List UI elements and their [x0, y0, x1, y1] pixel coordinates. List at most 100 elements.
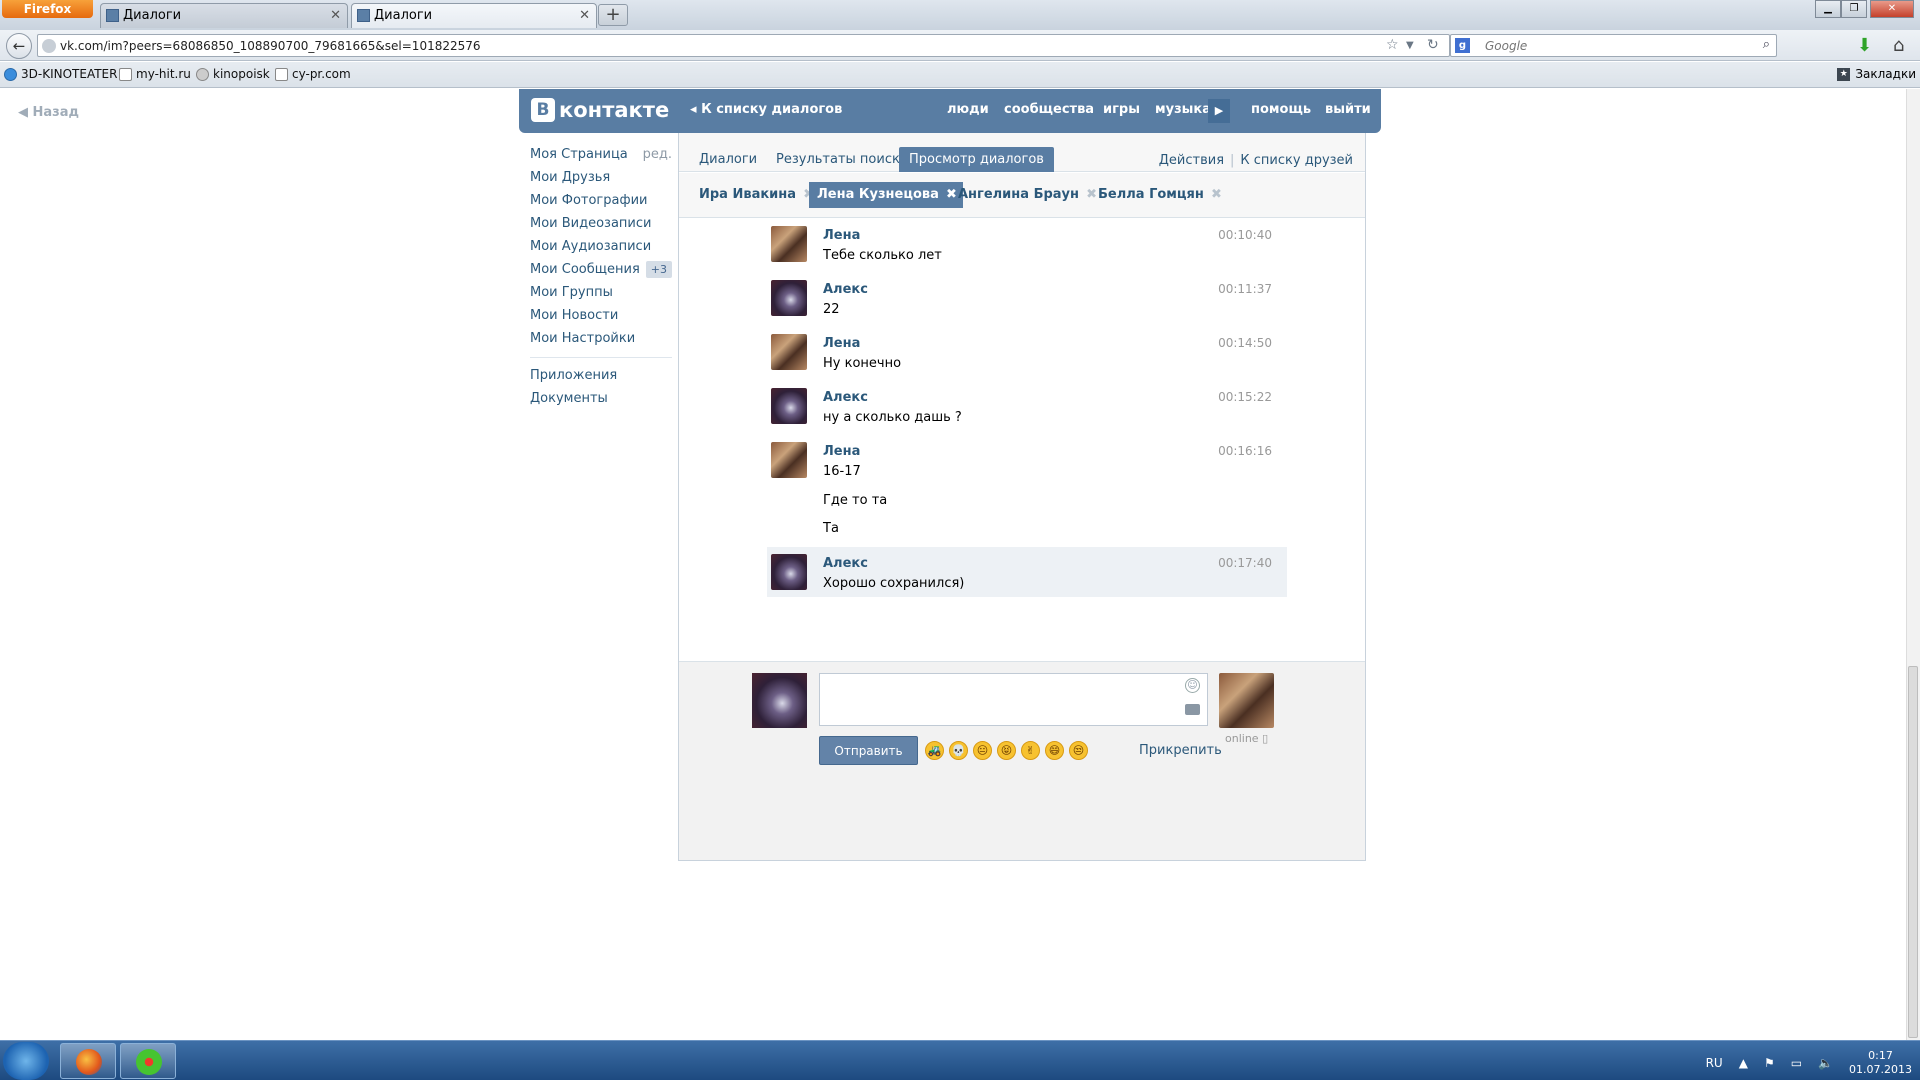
avatar[interactable]	[771, 554, 807, 590]
browser-tab-2[interactable]: Диалоги ✕	[351, 3, 597, 28]
smiley-icon[interactable]: ☺	[1185, 678, 1200, 693]
nav-help[interactable]: помощь	[1251, 102, 1311, 117]
nav-music[interactable]: музыка	[1155, 102, 1211, 117]
url-bar[interactable]: ☆ ▼ ↻	[37, 34, 1450, 57]
message-item[interactable]: Лена 00:10:40 Тебе сколько лет	[767, 219, 1287, 269]
network-icon[interactable]: ▭	[1791, 1056, 1802, 1070]
close-peer-icon[interactable]: ✖	[1211, 182, 1222, 208]
menu-my-messages[interactable]: Мои Сообщения +3	[530, 258, 672, 281]
volume-icon[interactable]: 🔈	[1818, 1056, 1833, 1070]
message-author[interactable]: Лена	[823, 228, 860, 243]
menu-apps[interactable]: Приложения	[530, 364, 672, 387]
message-author[interactable]: Алекс	[823, 282, 868, 297]
peer-tab[interactable]: Ира Ивакина✖	[691, 182, 820, 208]
bookmark-star-icon[interactable]: ☆	[1386, 37, 1399, 53]
close-window-button[interactable]: ✕	[1870, 0, 1914, 18]
bookmark-3d-kinoteater[interactable]: 3D-KINOTEATER	[4, 67, 117, 81]
menu-my-audio[interactable]: Мои Аудиозаписи	[530, 235, 672, 258]
taskbar-icq[interactable]	[120, 1043, 176, 1079]
menu-documents[interactable]: Документы	[530, 387, 672, 410]
message-author[interactable]: Алекс	[823, 390, 868, 405]
message-author[interactable]: Алекс	[823, 556, 868, 571]
search-bar[interactable]: g ⌕	[1450, 34, 1777, 57]
url-input[interactable]	[60, 37, 1340, 55]
bookmark-cy-pr[interactable]: cy-pr.com	[275, 67, 351, 81]
tractor-emoji-icon[interactable]: 🚜	[925, 741, 944, 760]
language-indicator[interactable]: RU	[1706, 1056, 1723, 1070]
neutral-face-emoji-icon[interactable]: 😐	[973, 741, 992, 760]
send-button[interactable]: Отправить	[819, 736, 918, 765]
downloads-icon[interactable]: ⬇	[1857, 35, 1872, 56]
play-music-icon[interactable]: ▶	[1208, 99, 1230, 123]
message-item-selected[interactable]: Алекс 00:17:40 Хорошо сохранился)	[767, 547, 1287, 597]
tab-dialogs[interactable]: Диалоги	[689, 147, 767, 172]
history-dropdown-icon[interactable]: ▼	[1406, 40, 1414, 51]
smile-emoji-icon[interactable]: 😄	[1045, 741, 1064, 760]
close-tab-icon[interactable]: ✕	[579, 4, 590, 28]
avatar[interactable]	[771, 334, 807, 370]
minimize-button[interactable]: ▁	[1815, 0, 1841, 18]
message-item[interactable]: Алекс 00:15:22 ну а сколько дашь ?	[767, 381, 1287, 431]
friends-list-link[interactable]: К списку друзей	[1240, 153, 1353, 168]
skull-emoji-icon[interactable]: 💀	[949, 741, 968, 760]
show-hidden-icons-icon[interactable]: ▲	[1739, 1056, 1748, 1070]
menu-my-page[interactable]: Моя Страница ред.	[530, 143, 672, 166]
site-identity-icon[interactable]	[42, 39, 56, 53]
peer-avatar[interactable]	[1219, 673, 1274, 728]
browser-tab-1[interactable]: Диалоги ✕	[100, 3, 348, 28]
scrollbar-thumb[interactable]	[1908, 666, 1918, 1038]
peer-tab[interactable]: Ангелина Браун ✖	[950, 182, 1103, 208]
nav-logout[interactable]: выйти	[1325, 102, 1371, 117]
menu-my-photos[interactable]: Мои Фотографии	[530, 189, 672, 212]
new-tab-button[interactable]: +	[598, 4, 628, 26]
nav-people[interactable]: люди	[947, 102, 989, 117]
avatar[interactable]	[771, 442, 807, 478]
camera-icon[interactable]	[1185, 704, 1200, 715]
tab-search-results[interactable]: Результаты поиска	[766, 147, 918, 172]
tab-view-dialogs[interactable]: Просмотр диалогов	[899, 147, 1054, 172]
peer-tab[interactable]: Белла Гомцян ✖	[1090, 182, 1228, 208]
peer-tab-active[interactable]: Лена Кузнецова ✖	[809, 182, 963, 208]
nav-communities[interactable]: сообщества	[1004, 102, 1094, 117]
restore-button[interactable]: ❐	[1841, 0, 1867, 18]
nav-games[interactable]: игры	[1103, 102, 1140, 117]
menu-my-groups[interactable]: Мои Группы	[530, 281, 672, 304]
to-dialogs-link[interactable]: ◂ К списку диалогов	[690, 102, 842, 117]
menu-my-settings[interactable]: Мои Настройки	[530, 327, 672, 350]
menu-my-videos[interactable]: Мои Видеозаписи	[530, 212, 672, 235]
message-item[interactable]: Лена 00:16:16 16-17 Где то та Та	[767, 435, 1287, 536]
tongue-face-emoji-icon[interactable]: 😝	[997, 741, 1016, 760]
taskbar-firefox[interactable]	[60, 1043, 116, 1079]
my-avatar[interactable]	[752, 673, 807, 728]
victory-hand-emoji-icon[interactable]: ✌	[1021, 741, 1040, 760]
back-link[interactable]: ◀ Назад	[18, 105, 79, 120]
message-author[interactable]: Лена	[823, 444, 860, 459]
bookmark-my-hit[interactable]: my-hit.ru	[119, 67, 191, 81]
bookmarks-menu[interactable]: ★ Закладки	[1837, 67, 1916, 81]
search-icon[interactable]: ⌕	[1763, 37, 1770, 52]
message-item[interactable]: Лена 00:14:50 Ну конечно	[767, 327, 1287, 377]
clock[interactable]: 0:17 01.07.2013	[1849, 1049, 1912, 1077]
action-center-flag-icon[interactable]: ⚑	[1764, 1056, 1775, 1070]
reload-icon[interactable]: ↻	[1427, 37, 1439, 53]
edit-link[interactable]: ред.	[643, 143, 672, 166]
vk-logo[interactable]: В контакте	[531, 98, 669, 122]
google-engine-icon[interactable]: g	[1455, 38, 1470, 53]
search-input[interactable]	[1485, 37, 1735, 55]
avatar[interactable]	[771, 280, 807, 316]
close-tab-icon[interactable]: ✕	[330, 4, 341, 28]
message-input[interactable]	[819, 673, 1208, 726]
actions-link[interactable]: Действия	[1159, 153, 1224, 168]
avatar[interactable]	[771, 226, 807, 262]
bookmark-kinopoisk[interactable]: kinopoisk	[196, 67, 270, 81]
message-item[interactable]: Алекс 00:11:37 22	[767, 273, 1287, 323]
menu-my-friends[interactable]: Мои Друзья	[530, 166, 672, 189]
menu-my-news[interactable]: Мои Новости	[530, 304, 672, 327]
message-author[interactable]: Лена	[823, 336, 860, 351]
firefox-menu-button[interactable]: Firefox	[2, 0, 93, 18]
attach-link[interactable]: Прикрепить	[1139, 743, 1222, 758]
start-button[interactable]	[3, 1042, 49, 1080]
unamused-emoji-icon[interactable]: 😒	[1069, 741, 1088, 760]
avatar[interactable]	[771, 388, 807, 424]
home-icon[interactable]: ⌂	[1893, 35, 1904, 56]
